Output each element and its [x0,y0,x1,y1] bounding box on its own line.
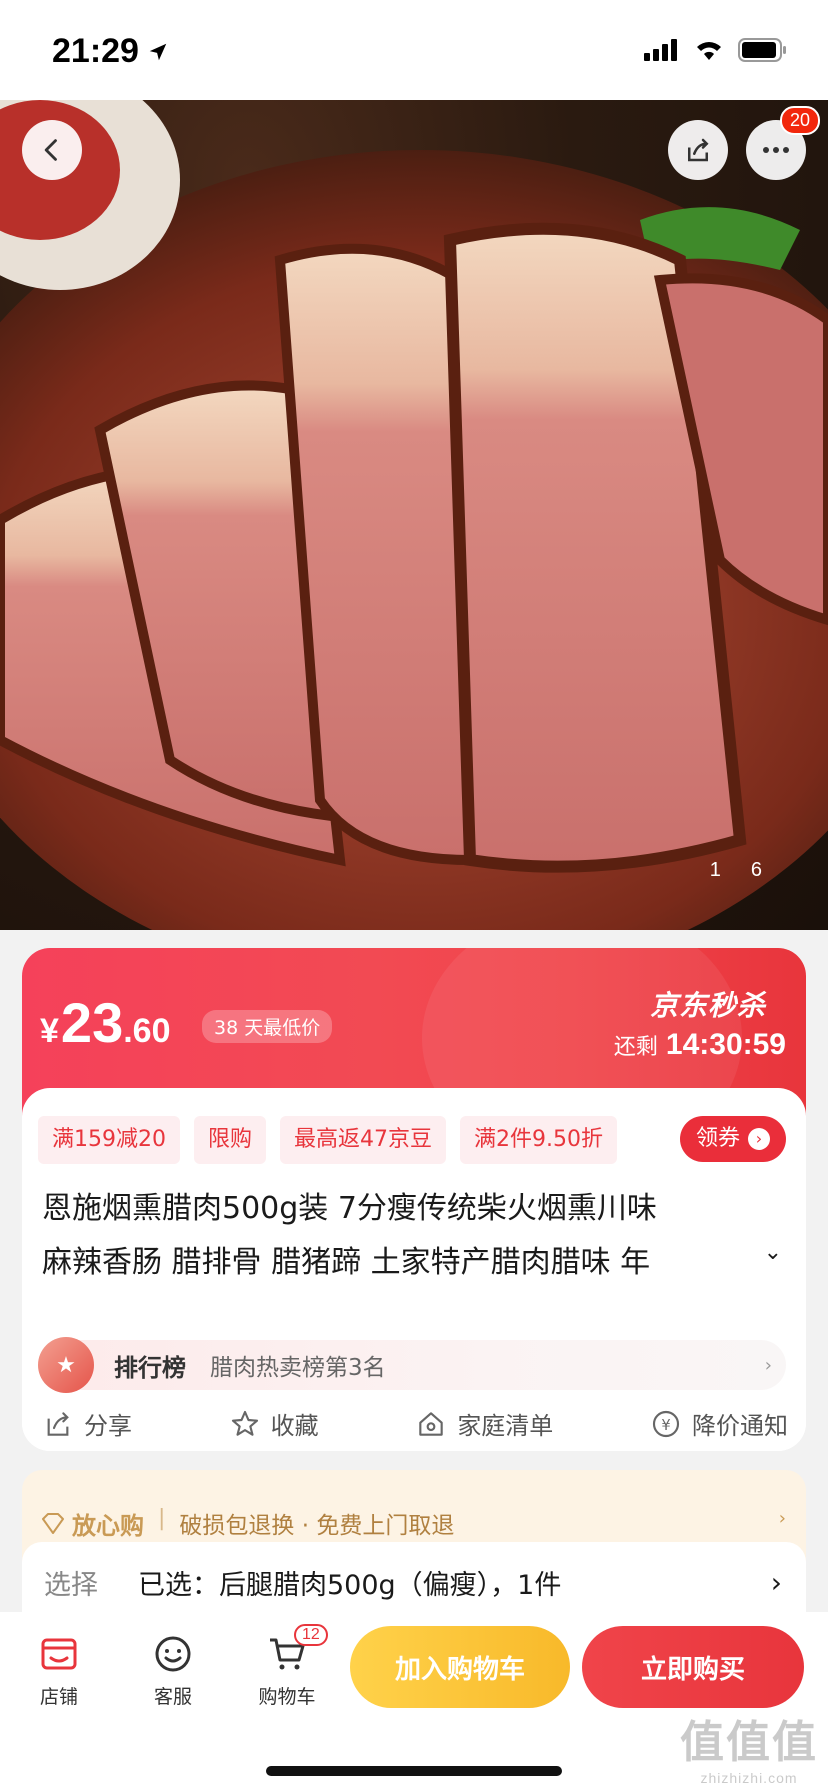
status-bar: 21:29 [0,0,828,100]
chevron-right-icon: › [748,1128,770,1150]
customer-service-tab[interactable]: 客服 [128,1634,218,1709]
star-icon [231,1410,258,1436]
add-to-cart-button[interactable]: 加入购物车 [350,1626,570,1708]
chevron-right-icon: › [770,1565,782,1599]
price-drop-icon: ¥ [652,1410,680,1437]
smiley-chat-icon [155,1636,191,1672]
carousel-page-indicator: 16 [709,859,792,881]
countdown-time: 14:30:59 [665,1028,786,1061]
medal-icon: ★ [38,1337,94,1393]
share-action[interactable]: 分享 [42,1406,132,1441]
divider: | [158,1506,166,1531]
cart-tab[interactable]: 12 购物车 [242,1624,332,1709]
promo-tag[interactable]: 满159减20 [38,1116,180,1164]
share-icon [688,138,709,162]
claim-coupon-button[interactable]: 领券 › [679,1116,786,1162]
promo-tag[interactable]: 限购 [194,1116,267,1164]
product-title[interactable]: 恩施烟熏腊肉500g装 7分瘦传统柴火烟熏川味 麻辣香肠 腊排骨 腊猪蹄 土家特… [42,1182,782,1290]
share-button[interactable] [668,120,728,180]
store-icon [41,1638,77,1670]
chevron-left-icon [44,139,57,161]
favorite-action[interactable]: 收藏 [229,1406,319,1441]
guarantee-brand: 放心购 [40,1506,144,1541]
more-dots-icon [763,147,789,153]
message-count-badge: 20 [779,106,820,135]
price: ¥ 23 .60 [40,991,171,1054]
share-icon [47,1411,69,1436]
cart-count-badge: 12 [294,1624,328,1646]
product-photo [0,100,828,930]
sku-selection-row[interactable]: 选择 已选：后腿腊肉500g（偏瘦），1件 › [22,1542,806,1622]
home-icon [419,1411,444,1436]
product-image-carousel[interactable]: 20 16 [0,100,828,930]
store-tab[interactable]: 店铺 [14,1634,104,1709]
svg-text:¥: ¥ [661,1417,670,1434]
lowest-price-badge: 38 天最低价 [202,1010,333,1043]
promo-tag[interactable]: 最高返47京豆 [280,1116,447,1164]
ranking-row[interactable]: ★ 排行榜 腊肉热卖榜第3名 › [38,1337,786,1393]
battery-icon [738,38,786,62]
bottom-action-bar: 店铺 客服 12 购物车 加入购物车 立即购买 值值值 zhizhizhi.co… [0,1612,828,1792]
chevron-right-icon: › [778,1508,786,1529]
promo-tags: 满159减20 限购 最高返47京豆 满2件9.50折 [38,1116,617,1164]
family-list-action[interactable]: 家庭清单 [415,1406,553,1441]
watermark-logo: 值值值 zhizhizhi.com [680,1718,818,1786]
back-button[interactable] [22,120,82,180]
location-arrow-icon [149,43,167,60]
product-details: 满159减20 限购 最高返47京豆 满2件9.50折 领券 › 恩施烟熏腊肉5… [22,1088,806,1451]
more-menu-button[interactable]: 20 [746,106,820,180]
expand-chevron-icon[interactable]: ⌄ [764,1226,782,1280]
countdown: 还剩 14:30:59 [613,1028,786,1061]
price-alert-action[interactable]: ¥ 降价通知 [650,1406,788,1441]
status-time: 21:29 [52,32,169,71]
chevron-right-icon: › [764,1354,772,1376]
promo-tag[interactable]: 满2件9.50折 [460,1116,617,1164]
cellular-signal-icon [644,39,677,61]
selected-sku: 已选：后腿腊肉500g（偏瘦），1件 [138,1569,562,1601]
heart-diamond-icon [42,1512,64,1534]
jd-seckill-logo: 京东秒杀 [649,989,766,1022]
product-info-card: ¥ 23 .60 38 天最低价 京东秒杀 还剩 14:30:59 满159减2… [22,948,806,1451]
status-icons [644,38,788,62]
action-row: 分享 收藏 家庭清单 ¥ 降价通知 [42,1406,788,1441]
wifi-icon [697,42,721,60]
buy-now-button[interactable]: 立即购买 [582,1626,804,1708]
home-indicator [266,1766,562,1776]
